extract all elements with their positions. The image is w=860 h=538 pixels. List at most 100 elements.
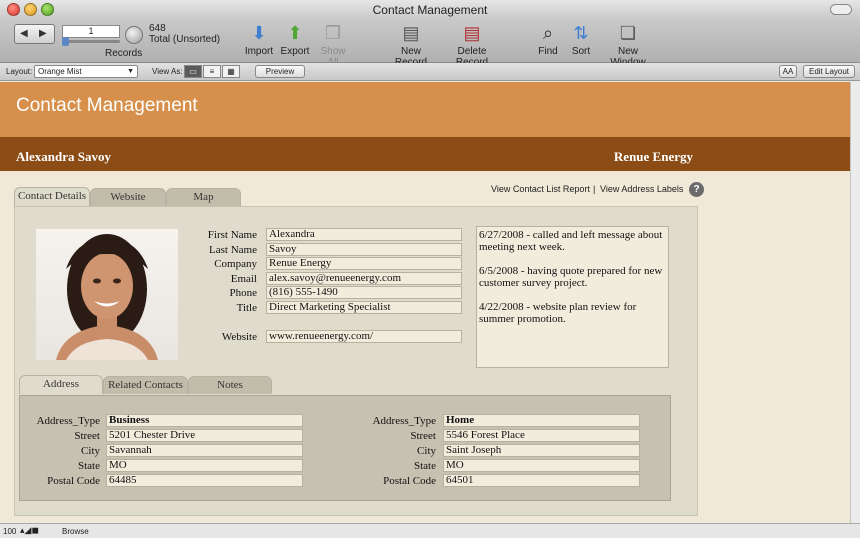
city-label: City — [417, 445, 436, 457]
contact-name: Alexandra Savoy — [16, 149, 111, 164]
name-band: Alexandra Savoy Renue Energy — [0, 137, 850, 171]
tab-map[interactable]: Map — [166, 188, 241, 206]
street-label: Street — [74, 430, 100, 442]
view-as-list-button[interactable]: ≡ — [203, 65, 221, 78]
business-city-field[interactable]: Savannah — [106, 444, 303, 457]
view-address-labels-link[interactable]: View Address Labels — [600, 184, 683, 194]
view-as-table-button[interactable]: ▦ — [222, 65, 240, 78]
zoom-window-button[interactable] — [41, 3, 54, 16]
contact-photo — [36, 229, 178, 360]
business-street-field[interactable]: 5201 Chester Drive — [106, 429, 303, 442]
text-size-button[interactable]: AA — [779, 65, 797, 78]
sort-button[interactable]: ⇅ Sort — [569, 22, 593, 57]
layout-content: Contact Management Alexandra Savoy Renue… — [0, 82, 850, 523]
subtab-related-contacts[interactable]: Related Contacts — [103, 376, 188, 394]
address-type-label: Address_Type — [372, 415, 436, 427]
notes-field[interactable]: 6/27/2008 - called and left message abou… — [476, 226, 669, 368]
title-label: Title — [236, 302, 257, 314]
email-label: Email — [230, 273, 257, 285]
minimize-window-button[interactable] — [24, 3, 37, 16]
mode-indicator[interactable]: Browse — [62, 527, 89, 536]
home-city-field[interactable]: Saint Joseph — [443, 444, 640, 457]
website-field[interactable]: www.renueenergy.com/ — [266, 330, 462, 343]
zoom-level[interactable]: 100 — [3, 527, 16, 536]
view-as-form-button[interactable]: ▭ — [184, 65, 202, 78]
business-address-type-field[interactable]: Business — [106, 414, 303, 427]
phone-field[interactable]: (816) 555-1490 — [266, 286, 462, 299]
sort-icon: ⇅ — [573, 23, 589, 43]
edit-layout-button[interactable]: Edit Layout — [803, 65, 855, 78]
subtab-notes[interactable]: Notes — [188, 376, 272, 394]
help-icon[interactable]: ? — [689, 182, 704, 197]
subtab-address[interactable]: Address — [19, 375, 103, 394]
record-slider[interactable] — [62, 40, 120, 43]
delete-record-icon: ▤ — [463, 23, 481, 43]
previous-record-icon[interactable]: ◀ — [20, 28, 28, 39]
show-all-icon: ❐ — [324, 23, 342, 43]
address-type-label: Address_Type — [36, 415, 100, 427]
tab-contact-details[interactable]: Contact Details — [14, 187, 90, 206]
find-button[interactable]: ⌕ Find — [536, 22, 560, 57]
note-entry: 6/5/2008 - having quote prepared for new… — [479, 265, 663, 289]
delete-record-button[interactable]: ▤ Delete Record — [442, 22, 502, 68]
company-field[interactable]: Renue Energy — [266, 257, 462, 270]
import-icon: ⬇ — [251, 23, 267, 43]
record-book-navigator[interactable]: ◀ ▶ — [14, 24, 55, 44]
table-view-icon: ▦ — [227, 67, 235, 76]
layout-label: Layout: — [6, 67, 33, 76]
address-panel: Address_Type Business Street 5201 Cheste… — [19, 395, 671, 501]
first-name-field[interactable]: Alexandra — [266, 228, 462, 241]
close-window-button[interactable] — [7, 3, 20, 16]
window-title: Contact Management — [372, 3, 488, 17]
zoom-controls-icon[interactable]: ▴◢◼ — [20, 525, 39, 536]
new-window-button[interactable]: ❏ New Window — [600, 22, 656, 68]
link-separator: | — [593, 184, 596, 194]
business-state-field[interactable]: MO — [106, 459, 303, 472]
city-label: City — [81, 445, 100, 457]
note-entry: 6/27/2008 - called and left message abou… — [479, 229, 663, 253]
state-label: State — [78, 460, 100, 472]
header-band: Contact Management — [0, 82, 850, 137]
preview-button[interactable]: Preview — [255, 65, 305, 78]
next-record-icon[interactable]: ▶ — [39, 28, 47, 39]
current-record-field[interactable]: 1 — [62, 25, 120, 38]
email-field[interactable]: alex.savoy@renueenergy.com — [266, 272, 462, 285]
show-all-button[interactable]: ❐ Show All — [314, 22, 352, 68]
home-postal-code-field[interactable]: 64501 — [443, 474, 640, 487]
title-bar: Contact Management — [0, 0, 860, 20]
last-name-field[interactable]: Savoy — [266, 243, 462, 256]
new-record-icon: ▤ — [402, 23, 420, 43]
export-button[interactable]: ⬆ Export — [279, 22, 311, 57]
home-street-field[interactable]: 5546 Forest Place — [443, 429, 640, 442]
vertical-scrollbar[interactable] — [850, 82, 860, 523]
layout-select-value: Orange Mist — [38, 67, 82, 76]
import-button[interactable]: ⬇ Import — [244, 22, 274, 57]
toolbar-toggle-button[interactable] — [830, 4, 852, 15]
business-postal-code-field[interactable]: 64485 — [106, 474, 303, 487]
postal-code-label: Postal Code — [47, 475, 100, 487]
portrait-image — [56, 234, 158, 360]
found-count: 648 — [149, 23, 166, 34]
new-window-icon: ❏ — [619, 23, 637, 43]
street-label: Street — [410, 430, 436, 442]
find-icon: ⌕ — [542, 23, 554, 43]
page-title: Contact Management — [16, 95, 198, 116]
found-set-pie-icon — [125, 26, 143, 44]
record-slider-knob[interactable] — [62, 37, 69, 46]
sort-label: Sort — [571, 46, 591, 57]
company-name: Renue Energy — [613, 149, 693, 164]
phone-label: Phone — [229, 287, 258, 299]
home-address-type-field[interactable]: Home — [443, 414, 640, 427]
postal-code-label: Postal Code — [383, 475, 436, 487]
new-record-button[interactable]: ▤ New Record — [385, 22, 437, 68]
import-label: Import — [244, 46, 274, 57]
layout-select[interactable]: Orange Mist ▼ — [34, 65, 138, 78]
tab-website[interactable]: Website — [90, 188, 166, 206]
status-bar: 100 ▴◢◼ Browse — [0, 523, 860, 538]
list-view-icon: ≡ — [209, 67, 215, 76]
records-label: Records — [105, 48, 143, 59]
title-field[interactable]: Direct Marketing Specialist — [266, 301, 462, 314]
home-state-field[interactable]: MO — [443, 459, 640, 472]
view-contact-list-report-link[interactable]: View Contact List Report — [491, 184, 590, 194]
export-label: Export — [280, 46, 310, 57]
